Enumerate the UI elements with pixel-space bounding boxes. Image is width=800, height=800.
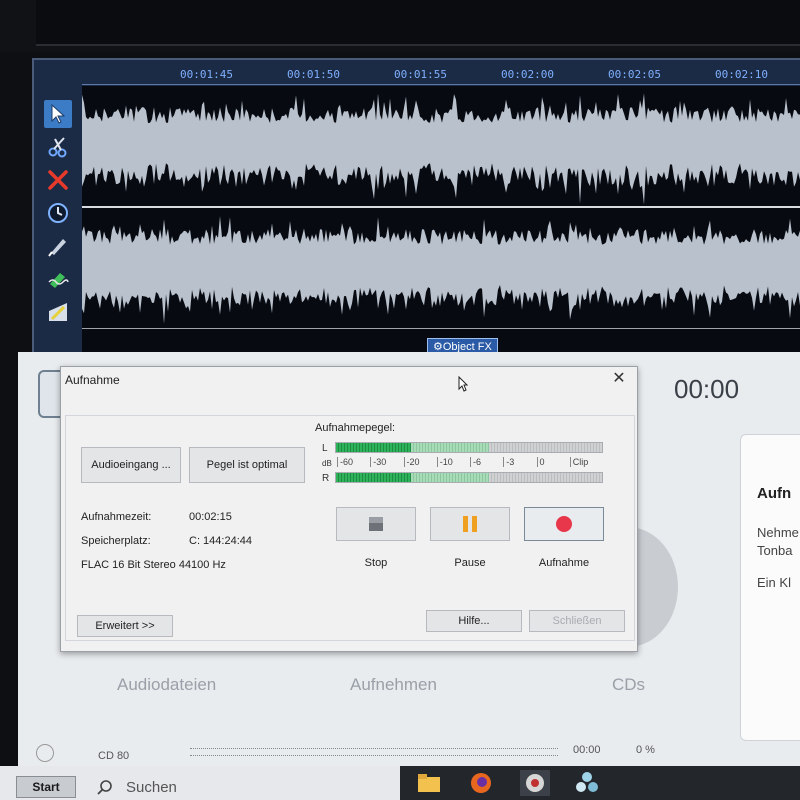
- rec-time-label: Aufnahmezeit:: [81, 511, 152, 523]
- time-display: 00:00: [674, 374, 740, 404]
- recording-dialog: Aufnahme ✕ Audioeingang ... Pegel ist op…: [60, 366, 638, 652]
- recording-app-icon[interactable]: [520, 770, 550, 796]
- storage-value: C: 144:24:44: [189, 535, 252, 547]
- waveform-baseline: [82, 328, 800, 329]
- db-scale-tick: -3: [503, 457, 514, 467]
- channel-right-label: R: [322, 473, 330, 484]
- close-icon[interactable]: ✕: [609, 369, 629, 389]
- pen-icon[interactable]: [44, 232, 72, 260]
- info-panel-text: Tonba: [757, 543, 793, 558]
- db-scale-tick: -6: [470, 457, 481, 467]
- timeline-tick: 00:02:05: [608, 68, 661, 81]
- select-arrow-icon[interactable]: [44, 100, 72, 128]
- level-optimal-button[interactable]: Pegel ist optimal: [189, 447, 305, 483]
- close-button[interactable]: Schließen: [529, 610, 625, 632]
- level-meter-left: [335, 442, 603, 453]
- info-panel-text: Ein Kl: [757, 575, 791, 590]
- channel-left-label: L: [322, 443, 328, 454]
- edit-toolbar: [44, 100, 76, 340]
- db-scale-tick: -20: [403, 457, 420, 467]
- record-icon: [556, 516, 572, 532]
- nav-record[interactable]: Aufnehmen: [350, 675, 437, 695]
- audio-input-button[interactable]: Audioeingang ...: [81, 447, 181, 483]
- file-explorer-icon[interactable]: [414, 770, 444, 796]
- app-cluster-icon[interactable]: [572, 770, 602, 796]
- info-panel: Aufn Nehme Tonba Ein Kl: [740, 434, 800, 741]
- advanced-button[interactable]: Erweitert >>: [77, 615, 173, 637]
- nav-audio-files[interactable]: Audiodateien: [117, 675, 216, 695]
- stop-icon: [369, 517, 383, 531]
- firefox-icon[interactable]: [466, 770, 496, 796]
- start-label: Start: [32, 780, 60, 794]
- db-scale-tick: -10: [436, 457, 453, 467]
- db-scale-tick: -30: [370, 457, 386, 467]
- mouse-cursor-icon: [458, 376, 468, 392]
- db-scale-tick: -60: [337, 457, 353, 467]
- scissors-icon[interactable]: [44, 133, 72, 161]
- waveform-left-channel: [82, 93, 800, 204]
- timeline-ruler[interactable]: 00:01:45 00:01:50 00:01:55 00:02:00 00:0…: [82, 66, 800, 85]
- eraser-icon[interactable]: [44, 265, 72, 293]
- search-label: Suchen: [126, 779, 177, 796]
- info-panel-text: Nehme: [757, 525, 799, 540]
- draw-icon[interactable]: [44, 298, 72, 326]
- clock-icon[interactable]: [44, 199, 72, 227]
- stop-button[interactable]: [336, 507, 416, 541]
- timeline-tick: 00:01:55: [394, 68, 447, 81]
- waveform-editor: 00:01:45 00:01:50 00:01:55 00:02:00 00:0…: [32, 58, 800, 404]
- top-window-strip: [0, 0, 800, 52]
- db-scale-tick: Clip: [569, 457, 588, 467]
- record-button[interactable]: [524, 507, 604, 541]
- info-panel-title: Aufn: [757, 485, 792, 502]
- help-button[interactable]: Hilfe...: [426, 610, 522, 632]
- taskbar-search[interactable]: Suchen: [88, 776, 388, 798]
- timeline-tick: 00:02:10: [715, 68, 768, 81]
- status-time: 00:00: [573, 744, 601, 756]
- cd-capacity-bar: [190, 748, 558, 756]
- timeline-tick: 00:01:45: [180, 68, 233, 81]
- delete-x-icon[interactable]: [44, 166, 72, 194]
- record-label: Aufnahme: [538, 557, 590, 569]
- pause-button[interactable]: [430, 507, 510, 541]
- taskbar-apps: [400, 766, 800, 800]
- db-scale: -60 -30 -20 -10 -6 -3 0 Clip: [337, 457, 603, 469]
- rec-time-value: 00:02:15: [189, 511, 232, 523]
- db-label: dB: [322, 459, 332, 468]
- search-icon: [97, 780, 112, 795]
- timeline-tick: 00:02:00: [501, 68, 554, 81]
- level-meter-right: [335, 472, 603, 483]
- level-meter-label: Aufnahmepegel:: [315, 422, 396, 434]
- pause-icon: [463, 516, 477, 532]
- settings-icon[interactable]: [36, 744, 54, 762]
- start-button[interactable]: Start: [16, 776, 76, 798]
- waveform-area[interactable]: ⚙Object FX: [82, 86, 800, 356]
- cd-type-label: CD 80: [98, 750, 130, 762]
- nav-cds[interactable]: CDs: [612, 675, 645, 695]
- stop-label: Stop: [364, 557, 388, 569]
- db-scale-tick: 0: [536, 457, 545, 467]
- storage-label: Speicherplatz:: [81, 535, 151, 547]
- waveform-right-channel: [82, 216, 800, 324]
- top-window-frame: [36, 0, 800, 46]
- pause-label: Pause: [454, 557, 486, 569]
- dialog-title: Aufnahme: [65, 373, 120, 387]
- timeline-tick: 00:01:50: [287, 68, 340, 81]
- taskbar: Start Suchen: [0, 766, 800, 800]
- status-percent: 0 %: [636, 744, 655, 756]
- format-info: FLAC 16 Bit Stereo 44100 Hz: [81, 559, 226, 571]
